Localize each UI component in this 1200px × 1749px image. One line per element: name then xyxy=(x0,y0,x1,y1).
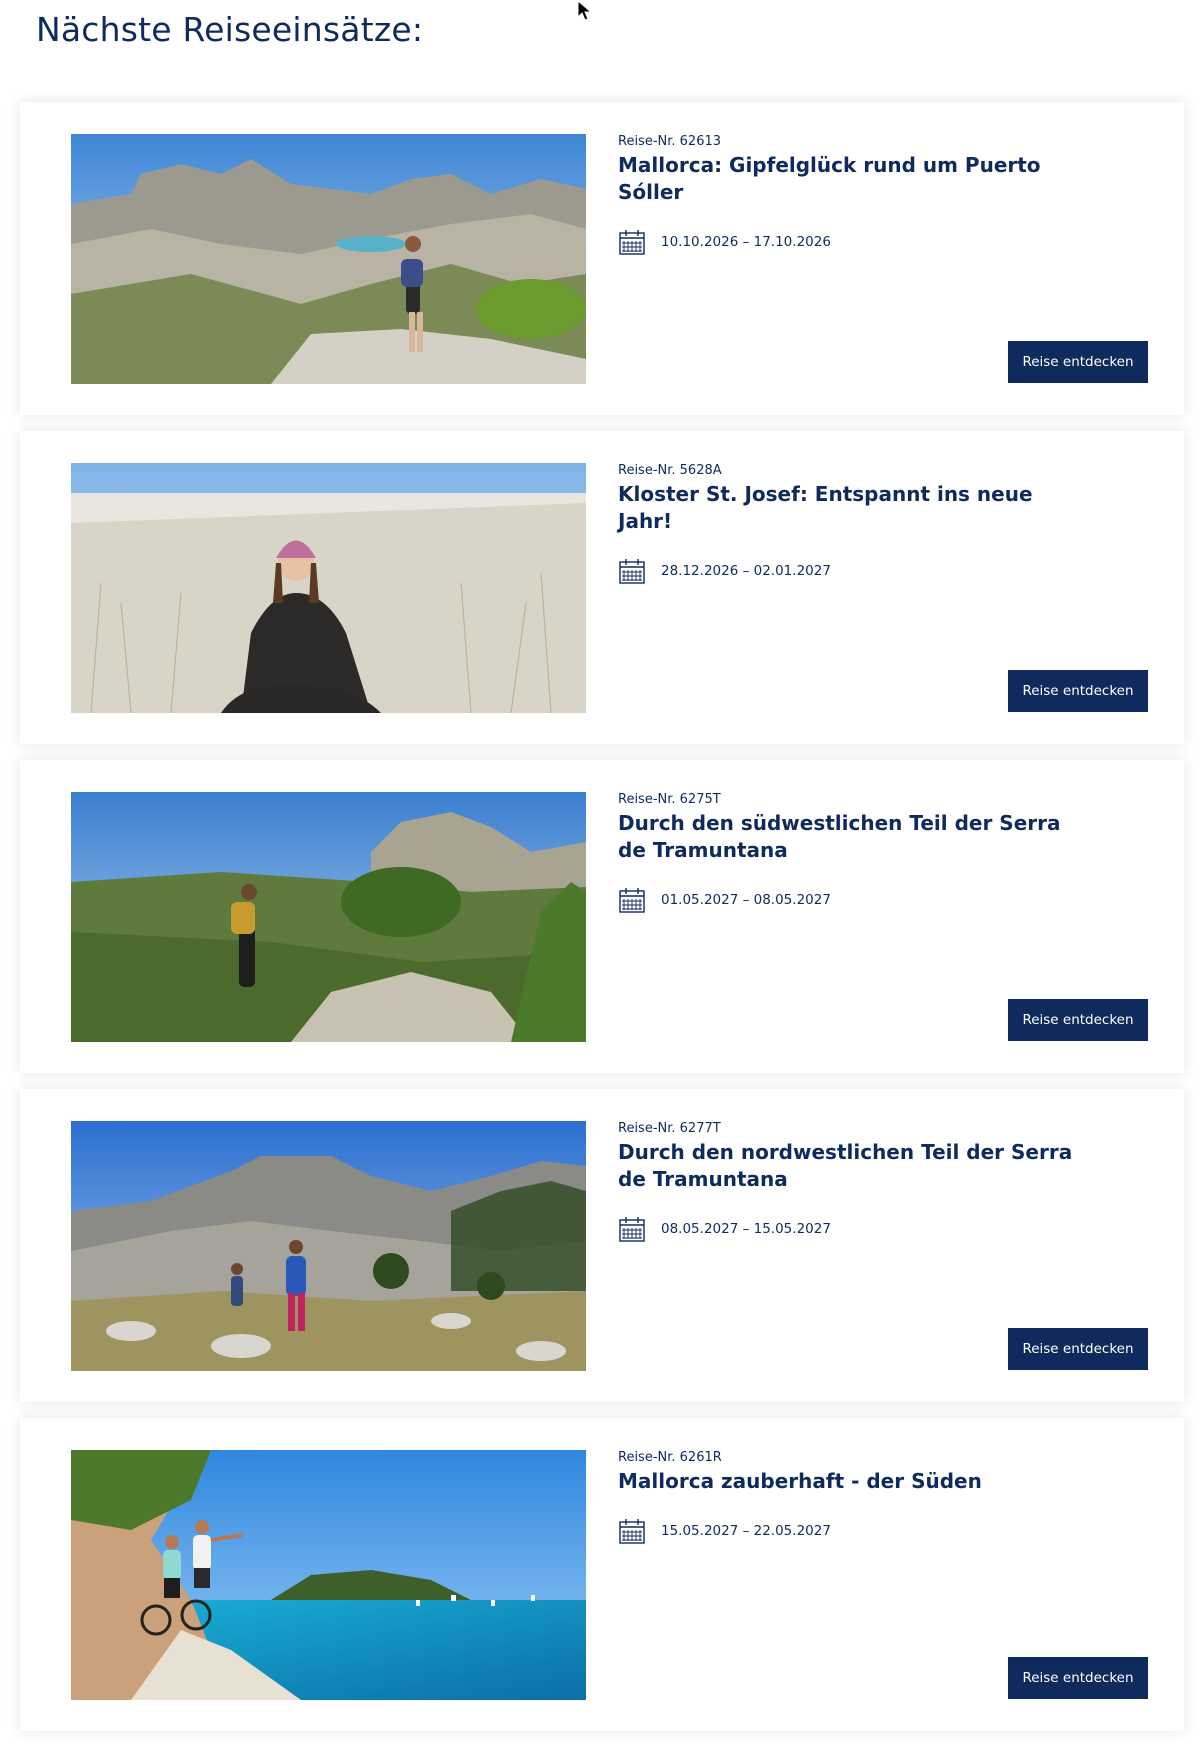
trip-card: Reise-Nr. 6275T Durch den südwestlichen … xyxy=(20,760,1184,1073)
trip-number: Reise-Nr. 5628A xyxy=(618,463,722,478)
calendar-icon xyxy=(619,888,645,913)
discover-trip-button[interactable]: Reise entdecken xyxy=(1008,670,1148,712)
trip-info: Reise-Nr. 6261R Mallorca zauberhaft - de… xyxy=(618,1450,1078,1545)
trip-title[interactable]: Kloster St. Josef: Entspannt ins neue Ja… xyxy=(618,481,1078,535)
trip-image-hiker-green-trail[interactable] xyxy=(71,792,586,1042)
trip-date-range: 28.12.2026 – 02.01.2027 xyxy=(661,563,831,579)
trip-image-hiking-group[interactable] xyxy=(71,1121,586,1371)
trip-dates: 15.05.2027 – 22.05.2027 xyxy=(618,1517,1078,1545)
trip-card: Reise-Nr. 5628A Kloster St. Josef: Entsp… xyxy=(20,431,1184,744)
calendar-icon xyxy=(619,1519,645,1544)
trip-number: Reise-Nr. 6277T xyxy=(618,1121,721,1136)
trip-title[interactable]: Durch den nordwestlichen Teil der Serra … xyxy=(618,1139,1078,1193)
trip-card: Reise-Nr. 6277T Durch den nordwestlichen… xyxy=(20,1089,1184,1402)
discover-trip-button[interactable]: Reise entdecken xyxy=(1008,341,1148,383)
trip-number: Reise-Nr. 62613 xyxy=(618,134,722,149)
trip-image-cyclists-bay[interactable] xyxy=(71,1450,586,1700)
trip-title[interactable]: Durch den südwestlichen Teil der Serra d… xyxy=(618,810,1078,864)
trip-info: Reise-Nr. 6275T Durch den südwestlichen … xyxy=(618,792,1078,914)
trip-info: Reise-Nr. 5628A Kloster St. Josef: Entsp… xyxy=(618,463,1078,585)
trip-list: Reise-Nr. 62613 Mallorca: Gipfelglück ru… xyxy=(20,102,1184,1747)
trip-date-range: 08.05.2027 – 15.05.2027 xyxy=(661,1221,831,1237)
mouse-cursor-icon xyxy=(577,0,593,21)
calendar-icon xyxy=(619,1217,645,1242)
trip-date-range: 15.05.2027 – 22.05.2027 xyxy=(661,1523,831,1539)
trip-info: Reise-Nr. 62613 Mallorca: Gipfelglück ru… xyxy=(618,134,1078,256)
trip-dates: 01.05.2027 – 08.05.2027 xyxy=(618,886,1078,914)
trip-date-range: 01.05.2027 – 08.05.2027 xyxy=(661,892,831,908)
trip-card: Reise-Nr. 6261R Mallorca zauberhaft - de… xyxy=(20,1418,1184,1731)
trip-title[interactable]: Mallorca: Gipfelglück rund um Puerto Sól… xyxy=(618,152,1078,206)
trip-info: Reise-Nr. 6277T Durch den nordwestlichen… xyxy=(618,1121,1078,1243)
calendar-icon xyxy=(619,230,645,255)
page-title: Nächste Reiseeinsätze: xyxy=(36,10,424,49)
trip-number: Reise-Nr. 6261R xyxy=(618,1450,722,1465)
calendar-icon xyxy=(619,559,645,584)
trip-image-hiker-mountain[interactable] xyxy=(71,134,586,384)
trip-date-range: 10.10.2026 – 17.10.2026 xyxy=(661,234,831,250)
trip-title[interactable]: Mallorca zauberhaft - der Süden xyxy=(618,1468,1078,1495)
trip-dates: 10.10.2026 – 17.10.2026 xyxy=(618,228,1078,256)
trip-dates: 08.05.2027 – 15.05.2027 xyxy=(618,1215,1078,1243)
trip-number: Reise-Nr. 6275T xyxy=(618,792,721,807)
page: Nächste Reiseeinsätze: Reise-Nr. 62613 M… xyxy=(0,0,1200,1749)
discover-trip-button[interactable]: Reise entdecken xyxy=(1008,1328,1148,1370)
trip-dates: 28.12.2026 – 02.01.2027 xyxy=(618,557,1078,585)
trip-card: Reise-Nr. 62613 Mallorca: Gipfelglück ru… xyxy=(20,102,1184,415)
discover-trip-button[interactable]: Reise entdecken xyxy=(1008,999,1148,1041)
trip-image-meditation-frost[interactable] xyxy=(71,463,586,713)
discover-trip-button[interactable]: Reise entdecken xyxy=(1008,1657,1148,1699)
